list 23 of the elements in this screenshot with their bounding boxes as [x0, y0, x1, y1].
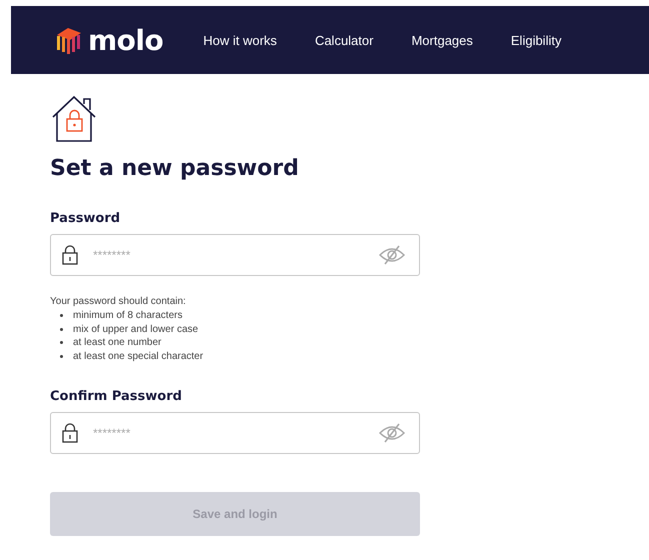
padlock-icon — [62, 245, 78, 265]
logo-text[interactable]: molo — [88, 24, 164, 56]
hide-password-icon[interactable] — [378, 245, 406, 265]
requirement-text: mix of upper and lower case — [73, 322, 198, 336]
bullet-icon — [60, 341, 63, 344]
requirement-text: minimum of 8 characters — [73, 309, 182, 322]
hint-text: Your password should contain: — [50, 296, 187, 307]
padlock-icon — [62, 423, 78, 443]
bullet-icon — [60, 314, 63, 318]
password-field[interactable]: ******** — [50, 234, 420, 276]
requirement-text: at least one special character — [73, 350, 204, 363]
hide-password-icon[interactable] — [378, 423, 406, 443]
nav-link[interactable]: How it works — [203, 32, 277, 48]
field-label: Confirm Password — [50, 389, 182, 404]
nav-link[interactable]: Eligibility — [510, 32, 562, 48]
field-label: Password — [50, 211, 120, 226]
page-title: Set a new password — [50, 156, 299, 181]
nav-link[interactable]: Calculator — [314, 32, 374, 48]
password-field[interactable]: ******** — [50, 412, 420, 454]
bullet-icon — [60, 328, 63, 331]
nav-link[interactable]: Mortgages — [411, 32, 473, 48]
requirement-text: at least one number — [73, 336, 162, 350]
bullet-icon — [60, 354, 63, 358]
